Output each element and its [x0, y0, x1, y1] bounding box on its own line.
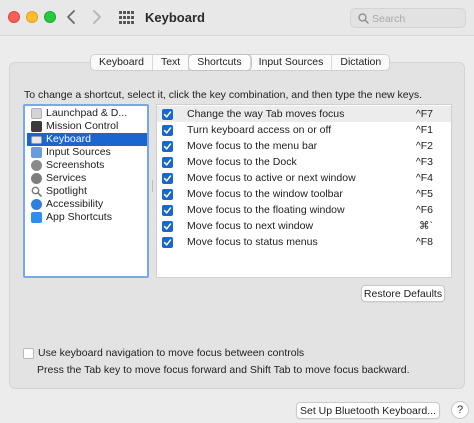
window-title: Keyboard: [145, 10, 205, 25]
shortcut-row[interactable]: Move focus to active or next window ^F4: [157, 170, 451, 186]
launchpad-icon: [31, 108, 42, 119]
category-services[interactable]: Services: [27, 172, 147, 185]
chevron-right-icon[interactable]: [92, 9, 102, 29]
services-gear-icon: [31, 173, 42, 184]
tab-bar: Keyboard Text Shortcuts Input Sources Di…: [90, 54, 391, 71]
tab-keyboard[interactable]: Keyboard: [91, 55, 153, 70]
shortcut-row[interactable]: Move focus to the floating window ^F6: [157, 202, 451, 218]
input-sources-icon: [31, 147, 42, 158]
search-field[interactable]: [350, 8, 466, 28]
shortcut-row[interactable]: Turn keyboard access on or off ^F1: [157, 122, 451, 138]
shortcut-row[interactable]: Move focus to next window ⌘`: [157, 218, 451, 234]
tab-text[interactable]: Text: [153, 55, 190, 70]
shortcut-row[interactable]: Move focus to the window toolbar ^F5: [157, 186, 451, 202]
checkbox-checked[interactable]: [162, 189, 173, 200]
shortcut-table[interactable]: Change the way Tab moves focus ^F7 Turn …: [156, 104, 452, 278]
category-accessibility[interactable]: Accessibility: [27, 198, 147, 211]
chevron-left-icon[interactable]: [66, 9, 76, 29]
screenshots-icon: [31, 160, 42, 171]
category-input-sources[interactable]: Input Sources: [27, 146, 147, 159]
checkbox-checked[interactable]: [162, 109, 173, 120]
app-shortcuts-icon: [31, 212, 42, 223]
title-bar: Keyboard: [0, 0, 474, 36]
checkbox-checked[interactable]: [162, 221, 173, 232]
category-spotlight[interactable]: Spotlight: [27, 185, 147, 198]
checkbox-checked[interactable]: [162, 125, 173, 136]
category-app-shortcuts[interactable]: App Shortcuts: [27, 211, 147, 224]
zoom-button[interactable]: [44, 11, 56, 23]
checkbox-checked[interactable]: [162, 141, 173, 152]
checkbox-checked[interactable]: [162, 157, 173, 168]
tab-dictation[interactable]: Dictation: [332, 55, 389, 70]
close-button[interactable]: [8, 11, 20, 23]
checkbox-checked[interactable]: [162, 237, 173, 248]
preferences-window: Keyboard Keyboard Text Shortcuts Input S…: [0, 0, 474, 423]
keyboard-navigation-label[interactable]: Use keyboard navigation to move focus be…: [38, 347, 304, 359]
spotlight-magnifier-icon: [31, 186, 42, 197]
category-screenshots[interactable]: Screenshots: [27, 159, 147, 172]
search-input[interactable]: [372, 11, 462, 26]
show-all-grid-icon[interactable]: [119, 11, 134, 24]
checkbox-checked[interactable]: [162, 173, 173, 184]
shortcut-row[interactable]: Change the way Tab moves focus ^F7: [157, 106, 451, 122]
search-icon: [358, 13, 369, 24]
shortcut-category-list[interactable]: Launchpad & D... Mission Control Keyboar…: [23, 104, 149, 278]
tab-input-sources[interactable]: Input Sources: [251, 55, 333, 70]
minimize-button[interactable]: [26, 11, 38, 23]
category-keyboard[interactable]: Keyboard: [27, 133, 147, 146]
restore-defaults-button[interactable]: Restore Defaults: [361, 285, 445, 302]
split-view-divider[interactable]: [150, 180, 155, 192]
instruction-text: To change a shortcut, select it, click t…: [24, 89, 423, 101]
shortcut-row[interactable]: Move focus to status menus ^F8: [157, 234, 451, 250]
shortcut-row[interactable]: Move focus to the menu bar ^F2: [157, 138, 451, 154]
keyboard-navigation-checkbox[interactable]: [23, 348, 34, 359]
accessibility-icon: [31, 199, 42, 210]
keyboard-icon: [31, 136, 42, 144]
shortcut-row[interactable]: Move focus to the Dock ^F3: [157, 154, 451, 170]
category-launchpad[interactable]: Launchpad & D...: [27, 107, 147, 120]
keyboard-navigation-help-text: Press the Tab key to move focus forward …: [37, 364, 410, 376]
setup-bluetooth-keyboard-button[interactable]: Set Up Bluetooth Keyboard...: [296, 402, 440, 419]
category-mission-control[interactable]: Mission Control: [27, 120, 147, 133]
tab-shortcuts[interactable]: Shortcuts: [189, 55, 251, 70]
checkbox-checked[interactable]: [162, 205, 173, 216]
mission-control-icon: [31, 121, 42, 132]
help-button[interactable]: ?: [451, 401, 469, 419]
